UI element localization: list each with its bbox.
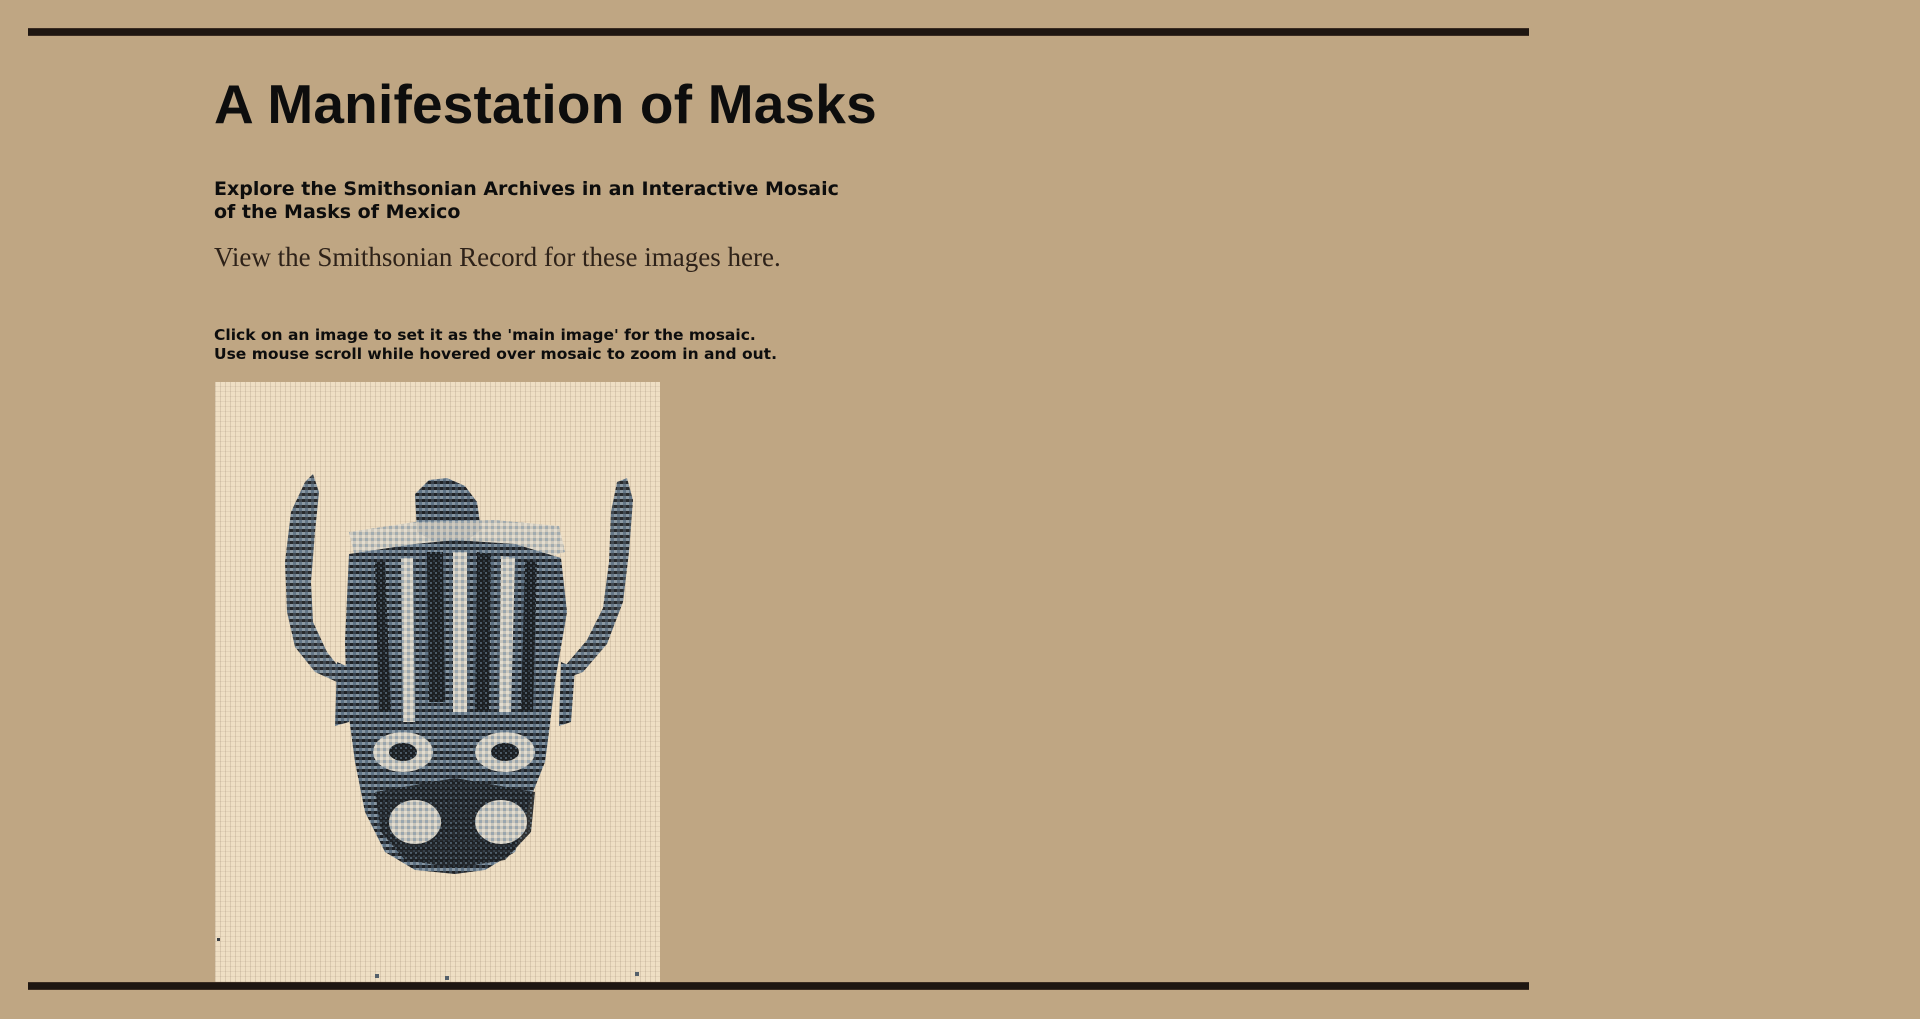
instruction-zoom: Use mouse scroll while hovered over mosa… <box>214 345 777 363</box>
mask-mosaic-image <box>217 474 639 980</box>
bottom-divider <box>28 982 1529 990</box>
page-subtitle: Explore the Smithsonian Archives in an I… <box>214 178 839 223</box>
instructions: Click on an image to set it as the 'main… <box>214 326 777 364</box>
mosaic-canvas[interactable] <box>215 382 660 982</box>
smithsonian-record-link[interactable]: View the Smithsonian Record for these im… <box>214 242 781 273</box>
page-title: A Manifestation of Masks <box>214 73 877 135</box>
top-divider <box>28 28 1529 36</box>
instruction-click: Click on an image to set it as the 'main… <box>214 326 756 344</box>
